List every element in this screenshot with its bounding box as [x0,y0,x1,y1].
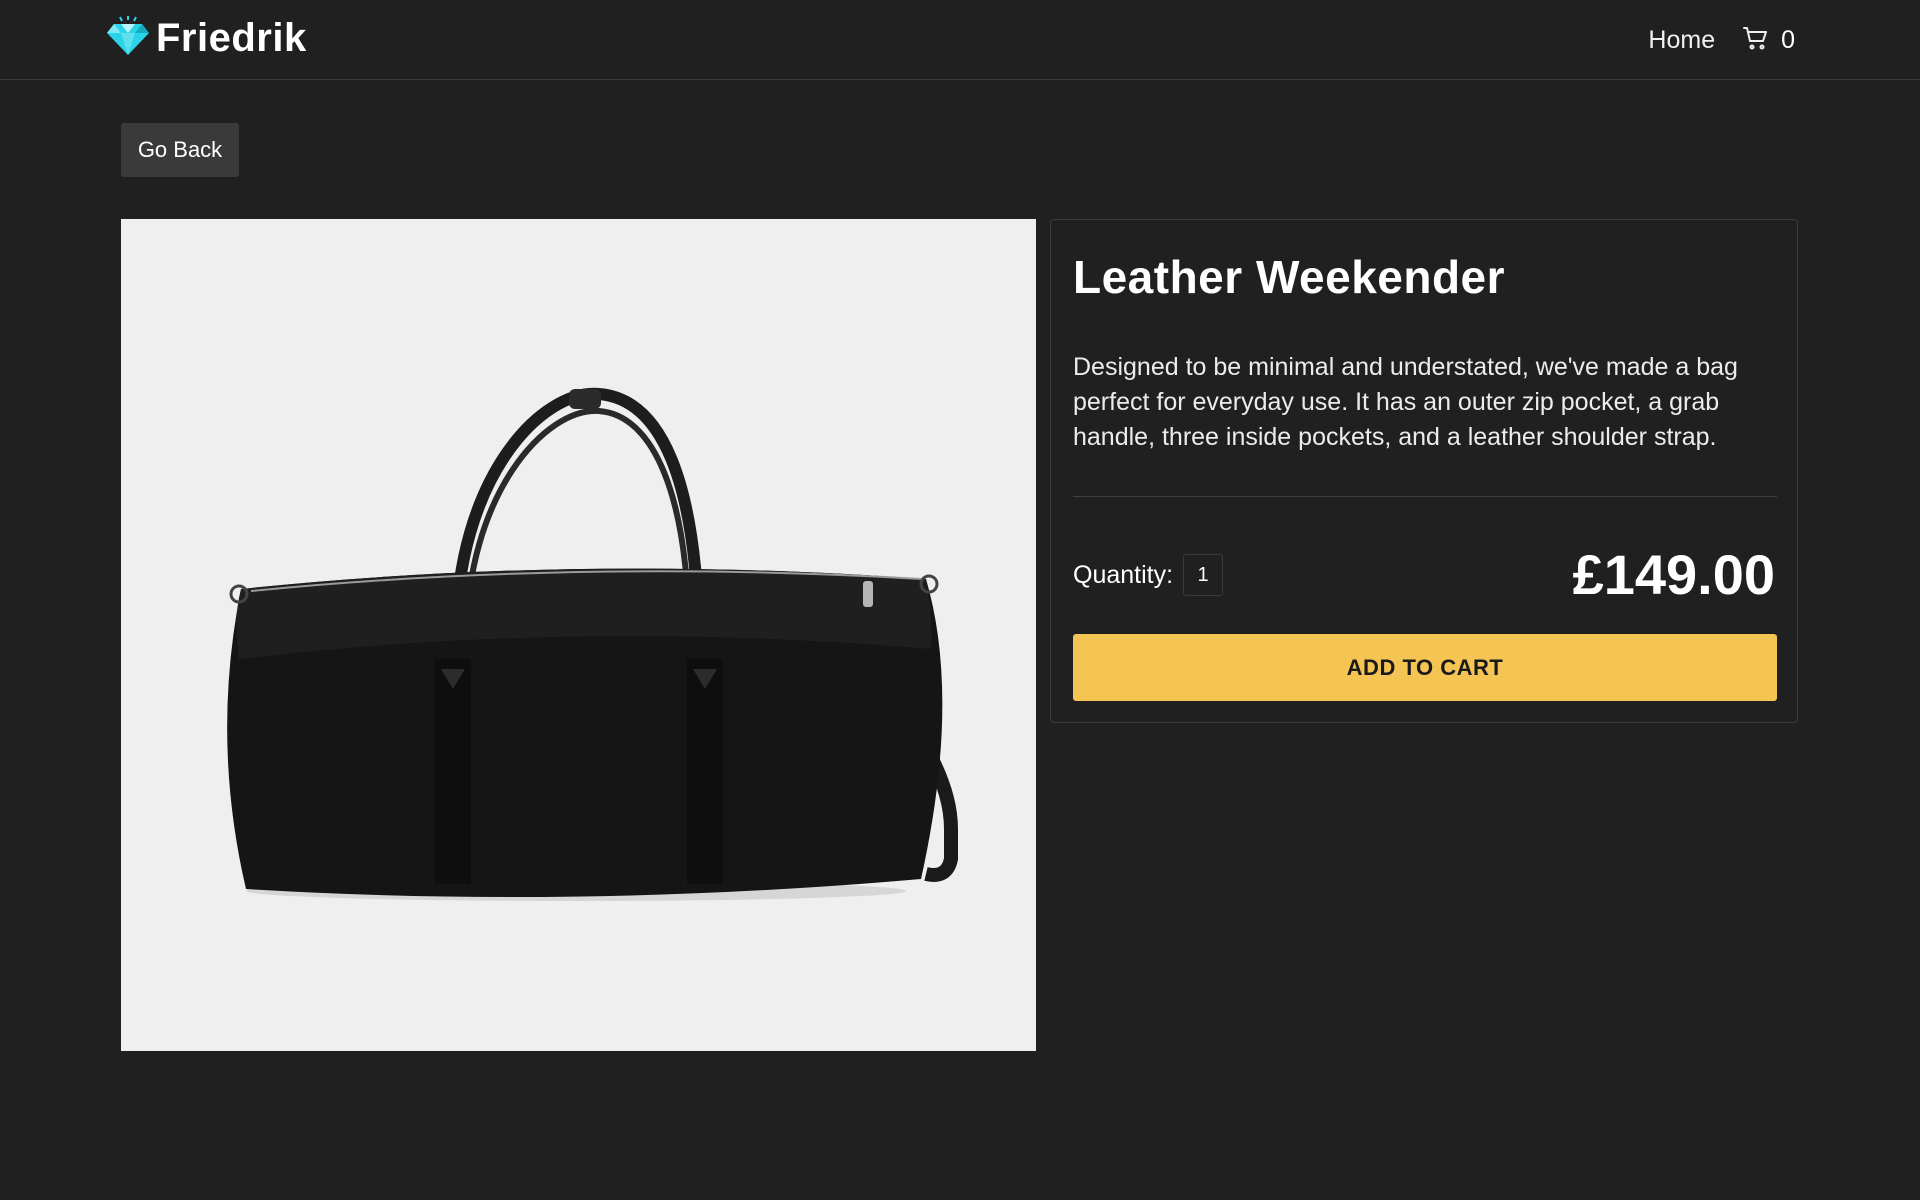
quantity-label: Quantity: [1073,560,1174,589]
navbar: Friedrik Home 0 [0,0,1920,80]
cart-icon [1743,26,1768,55]
diamond-icon [106,15,150,61]
product-image [121,219,1036,1051]
add-to-cart-button[interactable]: ADD TO CART [1073,634,1777,701]
nav-cart-link[interactable]: 0 [1743,26,1795,55]
duffel-bag-image [121,219,1036,1051]
product-info-card: Leather Weekender Designed to be minimal… [1050,219,1798,723]
go-back-button[interactable]: Go Back [121,123,239,177]
brand-name: Friedrik [156,15,307,60]
quantity-row: Quantity: [1073,554,1224,596]
product-title: Leather Weekender [1073,251,1506,303]
quantity-input[interactable] [1183,554,1224,596]
product-description: Designed to be minimal and understated, … [1073,353,1738,451]
brand-logo-link[interactable]: Friedrik [106,14,307,62]
cart-count: 0 [1781,25,1795,54]
nav-links: Home 0 [1648,20,1795,60]
divider [1073,496,1777,497]
product-price: £149.00 [1572,543,1775,606]
nav-home-link[interactable]: Home [1648,26,1715,55]
